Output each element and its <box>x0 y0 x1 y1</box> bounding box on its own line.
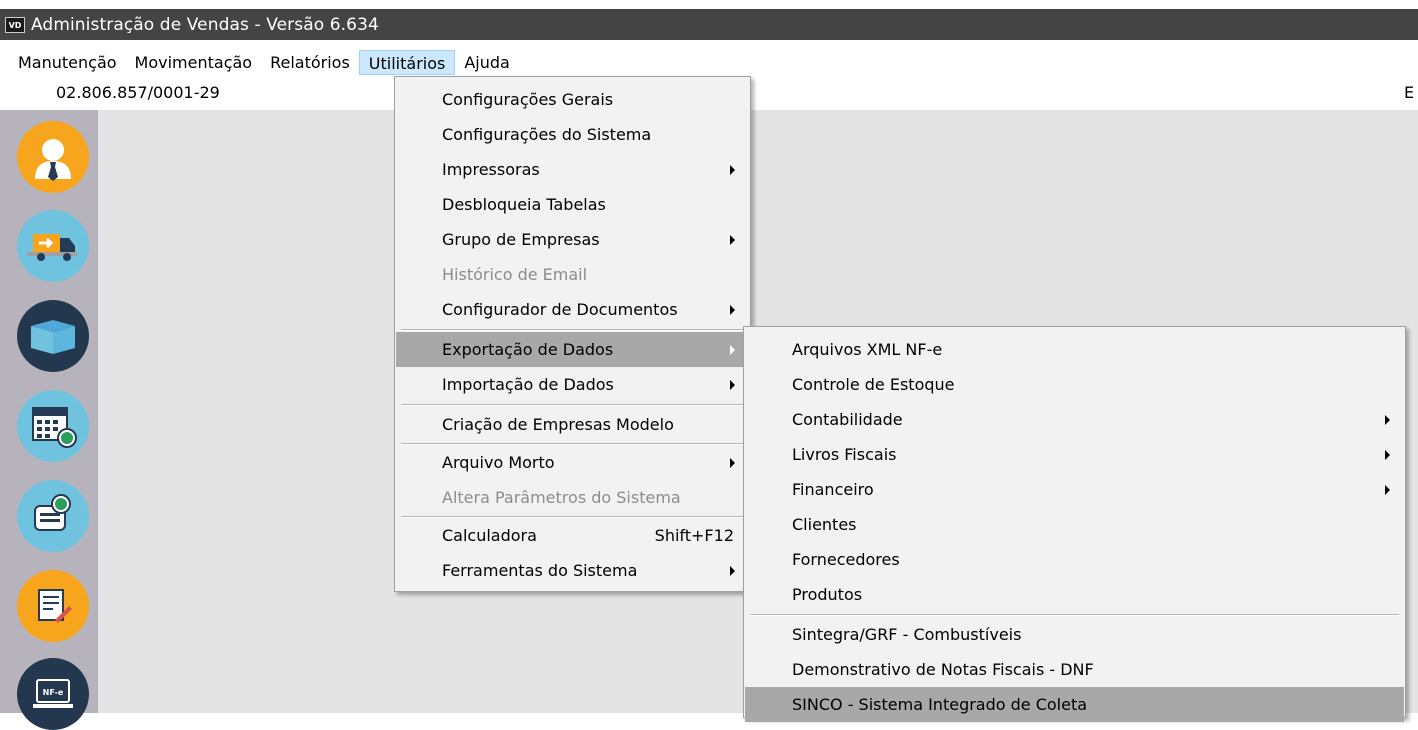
menu-item-importacao-dados[interactable]: Importação de Dados <box>396 367 749 402</box>
menu-item-label: Histórico de Email <box>442 265 588 284</box>
menu-item-calculadora[interactable]: Calculadora Shift+F12 <box>396 518 749 553</box>
menu-separator <box>401 404 744 406</box>
submenu-item-label: Sintegra/GRF - Combustíveis <box>792 625 1022 644</box>
svg-text:NF-e: NF-e <box>43 688 64 697</box>
submenu-arrow-icon <box>1385 414 1390 425</box>
menu-item-shortcut: Shift+F12 <box>654 526 734 545</box>
submenu-item-label: SINCO - Sistema Integrado de Coleta <box>792 695 1088 714</box>
menu-movimentacao[interactable]: Movimentação <box>126 50 262 75</box>
company-cnpj: 02.806.857/0001-29 <box>56 83 220 102</box>
menu-item-label: Criação de Empresas Modelo <box>442 415 674 434</box>
menu-item-configuracoes-gerais[interactable]: Configurações Gerais <box>396 82 749 117</box>
submenu-item-clientes[interactable]: Clientes <box>745 507 1404 542</box>
menu-item-configuracoes-sistema[interactable]: Configurações do Sistema <box>396 117 749 152</box>
menu-item-impressoras[interactable]: Impressoras <box>396 152 749 187</box>
submenu-item-label: Financeiro <box>792 480 874 499</box>
menu-item-label: Importação de Dados <box>442 375 614 394</box>
submenu-arrow-icon <box>730 304 735 315</box>
user-icon[interactable] <box>17 121 89 193</box>
submenu-item-sinco[interactable]: SINCO - Sistema Integrado de Coleta <box>745 687 1404 722</box>
submenu-item-contabilidade[interactable]: Contabilidade <box>745 402 1404 437</box>
submenu-item-label: Arquivos XML NF-e <box>792 340 943 359</box>
exportacao-dados-submenu: Arquivos XML NF-e Controle de Estoque Co… <box>743 326 1406 722</box>
menu-item-ferramentas-sistema[interactable]: Ferramentas do Sistema <box>396 553 749 588</box>
menu-item-label: Arquivo Morto <box>442 453 555 472</box>
submenu-item-controle-estoque[interactable]: Controle de Estoque <box>745 367 1404 402</box>
menu-utilitarios[interactable]: Utilitários <box>358 50 456 75</box>
title-bar-inner: VD Administração de Vendas - Versão 6.63… <box>0 9 1418 40</box>
menu-item-exportacao-dados[interactable]: Exportação de Dados <box>396 332 749 367</box>
notes-edit-icon[interactable] <box>17 570 89 642</box>
menu-manutencao[interactable]: Manutenção <box>0 50 126 75</box>
submenu-item-label: Fornecedores <box>792 550 900 569</box>
shortcut-sidebar: NF-e <box>0 110 98 730</box>
submenu-item-livros-fiscais[interactable]: Livros Fiscais <box>745 437 1404 472</box>
submenu-item-arquivos-xml-nfe[interactable]: Arquivos XML NF-e <box>745 332 1404 367</box>
submenu-item-produtos[interactable]: Produtos <box>745 577 1404 612</box>
submenu-item-label: Clientes <box>792 515 857 534</box>
menu-item-altera-parametros: Altera Parâmetros do Sistema <box>396 480 749 515</box>
menu-item-label: Grupo de Empresas <box>442 230 600 249</box>
menu-item-label: Altera Parâmetros do Sistema <box>442 488 681 507</box>
calendar-money-icon[interactable] <box>17 390 89 462</box>
menu-ajuda[interactable]: Ajuda <box>455 50 519 75</box>
submenu-item-fornecedores[interactable]: Fornecedores <box>745 542 1404 577</box>
nfe-computer-icon[interactable]: NF-e <box>17 658 89 730</box>
menu-separator <box>401 329 744 331</box>
menu-item-historico-email: Histórico de Email <box>396 257 749 292</box>
menu-bar: Manutenção Movimentação Relatórios Utili… <box>0 49 1418 76</box>
document-money-icon[interactable] <box>17 480 89 552</box>
submenu-item-label: Demonstrativo de Notas Fiscais - DNF <box>792 660 1094 679</box>
menu-item-label: Impressoras <box>442 160 540 179</box>
menu-item-desbloqueia-tabelas[interactable]: Desbloqueia Tabelas <box>396 187 749 222</box>
box-icon[interactable] <box>17 300 89 372</box>
submenu-arrow-icon <box>730 457 735 468</box>
submenu-arrow-icon <box>730 164 735 175</box>
submenu-item-dnf[interactable]: Demonstrativo de Notas Fiscais - DNF <box>745 652 1404 687</box>
submenu-arrow-icon <box>730 344 735 355</box>
submenu-item-financeiro[interactable]: Financeiro <box>745 472 1404 507</box>
submenu-arrow-icon <box>1385 449 1390 460</box>
title-bar: VD Administração de Vendas - Versão 6.63… <box>0 0 1418 40</box>
menu-item-configurador-documentos[interactable]: Configurador de Documentos <box>396 292 749 327</box>
utilitarios-menu: Configurações Gerais Configurações do Si… <box>394 76 751 592</box>
app-logo-icon: VD <box>5 16 25 33</box>
delivery-truck-icon[interactable] <box>17 210 89 282</box>
menu-item-label: Exportação de Dados <box>442 340 614 359</box>
menu-item-label: Desbloqueia Tabelas <box>442 195 606 214</box>
submenu-arrow-icon <box>730 234 735 245</box>
submenu-item-label: Livros Fiscais <box>792 445 897 464</box>
submenu-arrow-icon <box>1385 484 1390 495</box>
submenu-item-label: Controle de Estoque <box>792 375 955 394</box>
submenu-item-label: Produtos <box>792 585 863 604</box>
submenu-arrow-icon <box>730 379 735 390</box>
menu-item-label: Configurador de Documentos <box>442 300 678 319</box>
menu-item-label: Ferramentas do Sistema <box>442 561 638 580</box>
submenu-item-sintegra-grf[interactable]: Sintegra/GRF - Combustíveis <box>745 617 1404 652</box>
submenu-arrow-icon <box>730 565 735 576</box>
menu-item-criacao-empresas-modelo[interactable]: Criação de Empresas Modelo <box>396 407 749 442</box>
menu-item-label: Configurações do Sistema <box>442 125 652 144</box>
company-name-truncated: E <box>1404 83 1415 102</box>
menu-item-grupo-empresas[interactable]: Grupo de Empresas <box>396 222 749 257</box>
menu-separator <box>750 614 1399 616</box>
menu-item-label: Configurações Gerais <box>442 90 614 109</box>
submenu-item-label: Contabilidade <box>792 410 903 429</box>
menu-item-label: Calculadora <box>442 526 537 545</box>
window-title: Administração de Vendas - Versão 6.634 <box>31 14 379 35</box>
menu-item-arquivo-morto[interactable]: Arquivo Morto <box>396 445 749 480</box>
menu-relatorios[interactable]: Relatórios <box>261 50 359 75</box>
